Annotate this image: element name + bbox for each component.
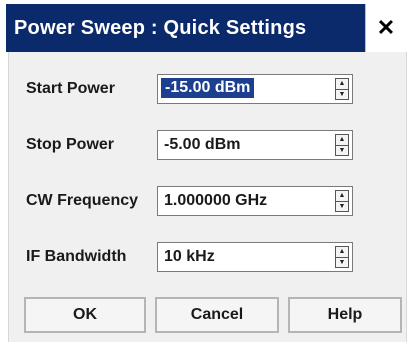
settings-panel: Start Power -15.00 dBm ▲ ▼ Stop Power -5…: [8, 52, 407, 342]
spin-down-icon[interactable]: ▼: [336, 146, 348, 156]
ok-button[interactable]: OK: [24, 297, 146, 333]
spin-up-icon[interactable]: ▲: [336, 79, 348, 90]
start-power-value[interactable]: -15.00 dBm: [161, 78, 255, 98]
stop-power-row: Stop Power -5.00 dBm ▲ ▼: [9, 130, 406, 162]
cw-frequency-field[interactable]: 1.000000 GHz ▲ ▼: [157, 186, 353, 216]
spin-down-icon[interactable]: ▼: [336, 202, 348, 212]
start-power-label: Start Power: [26, 80, 115, 97]
start-power-field[interactable]: -15.00 dBm ▲ ▼: [157, 74, 353, 104]
spin-up-icon[interactable]: ▲: [336, 135, 348, 146]
spin-up-icon[interactable]: ▲: [336, 191, 348, 202]
start-power-row: Start Power -15.00 dBm ▲ ▼: [9, 74, 406, 106]
stop-power-label: Stop Power: [26, 136, 115, 153]
cw-frequency-label: CW Frequency: [26, 192, 139, 209]
stop-power-field[interactable]: -5.00 dBm ▲ ▼: [157, 130, 353, 160]
if-bandwidth-row: IF Bandwidth 10 kHz ▲ ▼: [9, 242, 406, 274]
if-bandwidth-value[interactable]: 10 kHz: [164, 248, 215, 266]
stop-power-spinner[interactable]: ▲ ▼: [335, 134, 349, 156]
cw-frequency-spinner[interactable]: ▲ ▼: [335, 190, 349, 212]
spin-down-icon[interactable]: ▼: [336, 90, 348, 100]
if-bandwidth-field[interactable]: 10 kHz ▲ ▼: [157, 242, 353, 272]
help-button[interactable]: Help: [288, 297, 402, 333]
if-bandwidth-label: IF Bandwidth: [26, 248, 127, 265]
close-icon[interactable]: ✕: [365, 4, 406, 52]
cw-frequency-row: CW Frequency 1.000000 GHz ▲ ▼: [9, 186, 406, 218]
stop-power-value[interactable]: -5.00 dBm: [164, 136, 240, 154]
dialog-title: Power Sweep : Quick Settings: [14, 16, 307, 39]
power-sweep-dialog: Power Sweep : Quick Settings ✕ Start Pow…: [0, 0, 413, 344]
cw-frequency-value[interactable]: 1.000000 GHz: [164, 192, 267, 210]
cancel-button[interactable]: Cancel: [155, 297, 279, 333]
spin-up-icon[interactable]: ▲: [336, 247, 348, 258]
if-bandwidth-spinner[interactable]: ▲ ▼: [335, 246, 349, 268]
title-bar: Power Sweep : Quick Settings ✕: [6, 4, 406, 52]
spin-down-icon[interactable]: ▼: [336, 258, 348, 268]
start-power-spinner[interactable]: ▲ ▼: [335, 78, 349, 100]
